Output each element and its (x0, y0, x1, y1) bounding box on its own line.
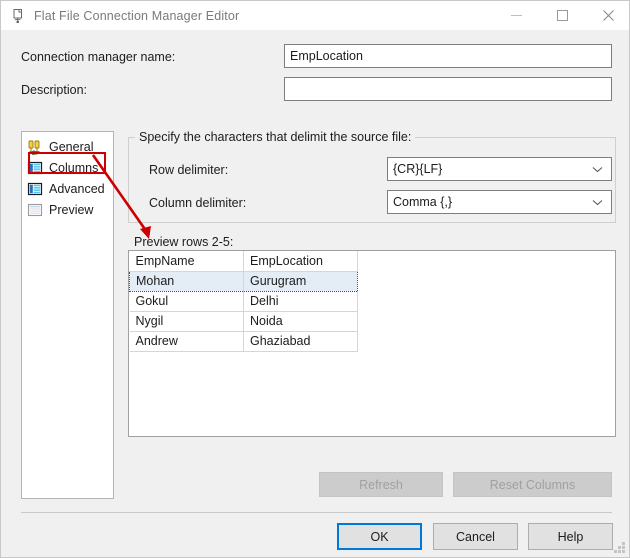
description-label: Description: (21, 83, 87, 97)
chevron-down-icon (592, 191, 603, 213)
column-delimiter-dropdown[interactable]: Comma {,} (387, 190, 612, 214)
connection-name-value: EmpLocation (290, 49, 363, 63)
close-icon[interactable] (585, 1, 630, 30)
minimize-icon[interactable] (493, 1, 539, 30)
advanced-icon (27, 181, 43, 197)
column-delimiter-label: Column delimiter: (149, 196, 246, 210)
delimiters-groupbox-title: Specify the characters that delimit the … (135, 130, 415, 144)
sidebar-item-columns[interactable]: Columns (22, 157, 113, 178)
refresh-button[interactable]: Refresh (319, 472, 443, 497)
window-controls (493, 1, 630, 30)
general-icon (27, 139, 43, 155)
table-cell[interactable]: Delhi (244, 291, 358, 311)
table-cell[interactable]: Noida (244, 311, 358, 331)
refresh-button-label: Refresh (359, 478, 403, 492)
flat-file-connection-manager-editor-dialog: Flat File Connection Manager Editor Conn… (0, 0, 630, 558)
sidebar-item-advanced[interactable]: Advanced (22, 178, 113, 199)
preview-rows-label: Preview rows 2-5: (134, 235, 233, 249)
ok-button-label: OK (370, 530, 388, 544)
row-delimiter-value: {CR}{LF} (393, 162, 442, 176)
column-header[interactable]: EmpLocation (244, 251, 358, 271)
title-bar: Flat File Connection Manager Editor (1, 1, 630, 30)
table-cell[interactable]: Ghaziabad (244, 331, 358, 351)
description-row: Description: (21, 78, 87, 102)
preview-icon (27, 202, 43, 218)
help-button[interactable]: Help (528, 523, 613, 550)
maximize-icon[interactable] (539, 1, 585, 30)
cancel-button[interactable]: Cancel (433, 523, 518, 550)
row-delimiter-dropdown[interactable]: {CR}{LF} (387, 157, 612, 181)
flat-file-connection-icon (10, 8, 26, 24)
connection-name-input[interactable]: EmpLocation (284, 44, 612, 68)
table-cell[interactable]: Nygil (130, 311, 244, 331)
sidebar-item-label: Columns (49, 161, 98, 175)
sidebar-item-label: Advanced (49, 182, 105, 196)
table-row[interactable]: Gokul Delhi (130, 291, 358, 311)
reset-columns-button-label: Reset Columns (490, 478, 575, 492)
table-cell[interactable]: Andrew (130, 331, 244, 351)
sidebar-item-general[interactable]: General (22, 136, 113, 157)
table-row[interactable]: Andrew Ghaziabad (130, 331, 358, 351)
sidebar-item-preview[interactable]: Preview (22, 199, 113, 220)
help-button-label: Help (558, 530, 584, 544)
table-row[interactable]: Nygil Noida (130, 311, 358, 331)
table-cell[interactable]: Gokul (130, 291, 244, 311)
description-input[interactable] (284, 77, 612, 101)
cancel-button-label: Cancel (456, 530, 495, 544)
connection-name-label: Connection manager name: (21, 50, 175, 64)
column-delimiter-row: Column delimiter: (149, 191, 246, 215)
columns-icon (27, 160, 43, 176)
footer-divider (21, 512, 612, 513)
page-list-sidebar[interactable]: General Columns (21, 131, 114, 499)
ok-button[interactable]: OK (337, 523, 422, 550)
preview-grid[interactable]: EmpName EmpLocation Mohan Gurugram Gokul… (129, 251, 358, 352)
column-header[interactable]: EmpName (130, 251, 244, 271)
table-row[interactable]: Mohan Gurugram (130, 271, 358, 291)
column-delimiter-value: Comma {,} (393, 195, 452, 209)
table-header-row: EmpName EmpLocation (130, 251, 358, 271)
connection-name-row: Connection manager name: (21, 45, 175, 69)
table-cell[interactable]: Gurugram (244, 271, 358, 291)
reset-columns-button[interactable]: Reset Columns (453, 472, 612, 497)
preview-grid-panel[interactable]: EmpName EmpLocation Mohan Gurugram Gokul… (128, 250, 616, 437)
sidebar-item-label: General (49, 140, 93, 154)
resize-grip[interactable] (614, 542, 625, 553)
row-delimiter-label: Row delimiter: (149, 163, 228, 177)
window-title: Flat File Connection Manager Editor (34, 9, 239, 23)
chevron-down-icon (592, 158, 603, 180)
sidebar-item-label: Preview (49, 203, 93, 217)
table-cell[interactable]: Mohan (130, 271, 244, 291)
row-delimiter-row: Row delimiter: (149, 158, 228, 182)
